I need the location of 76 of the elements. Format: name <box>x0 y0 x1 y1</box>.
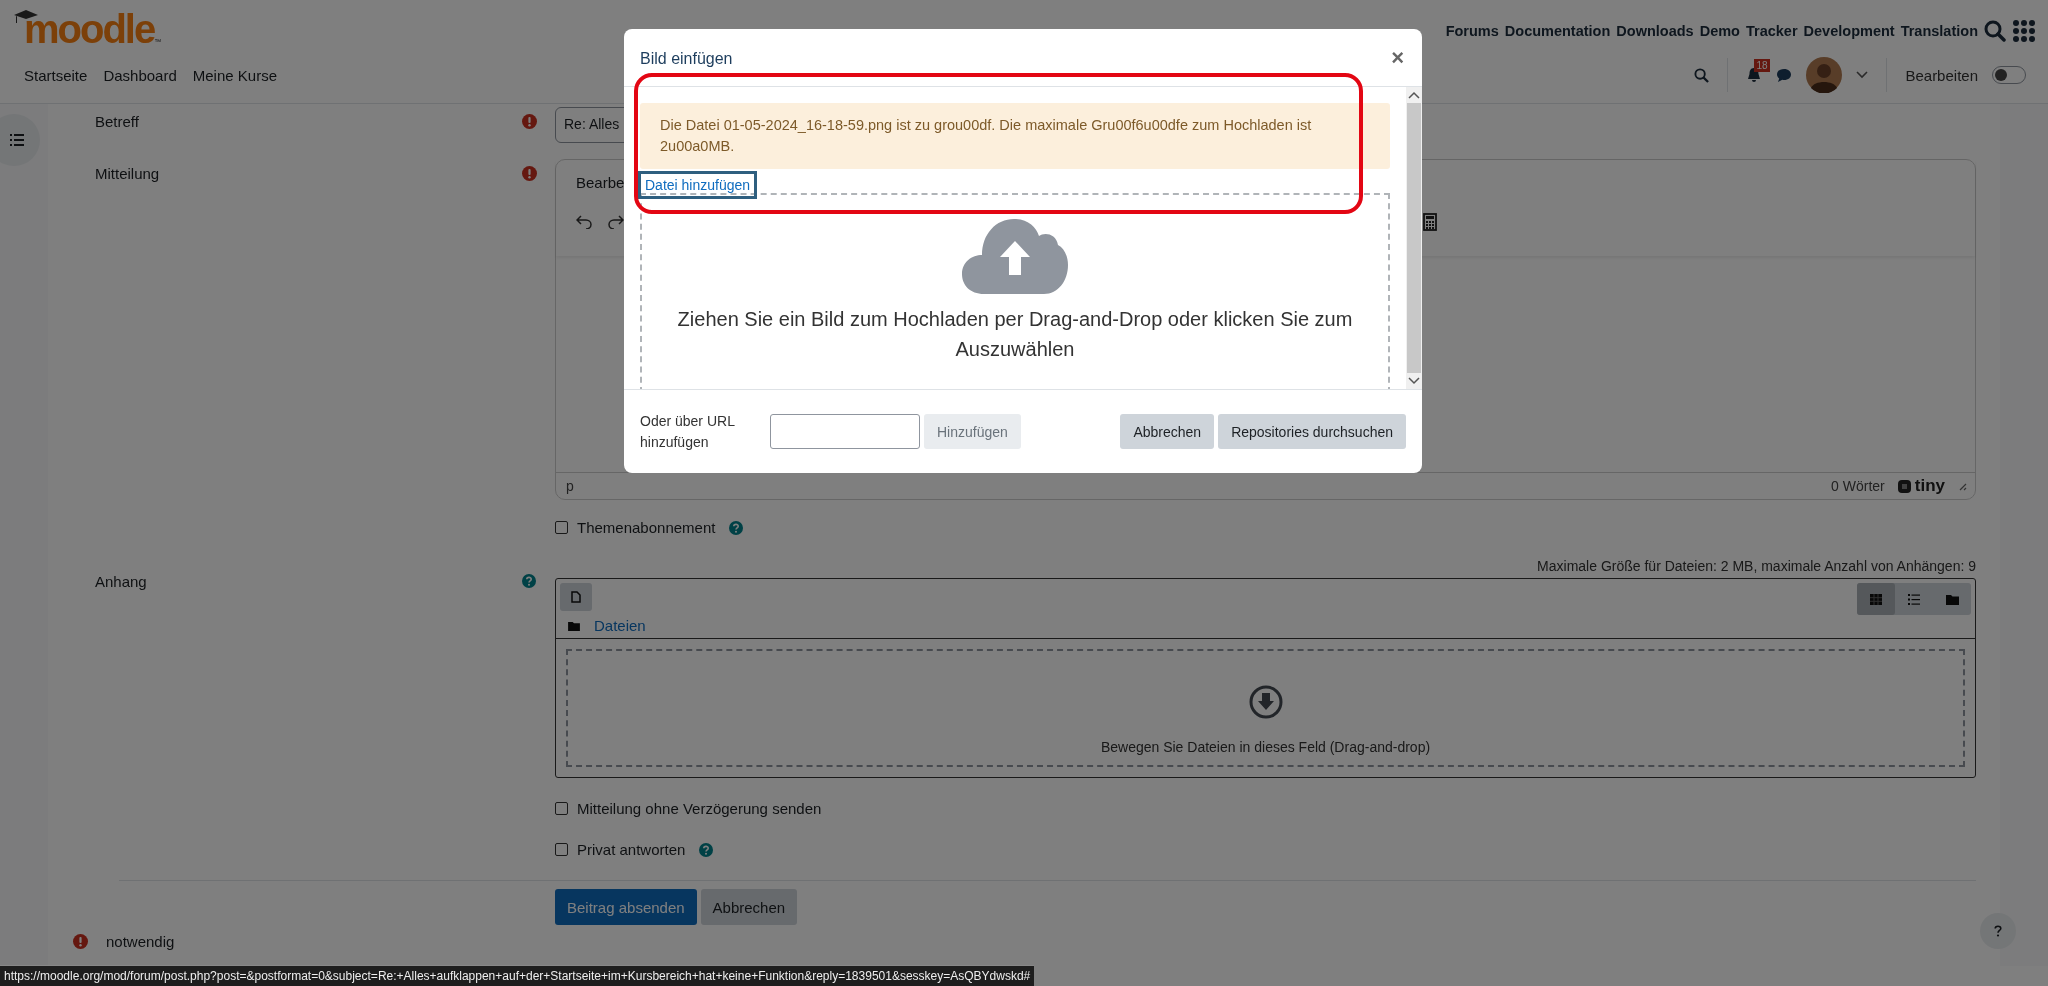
chat-bubble-icon[interactable] <box>1776 67 1793 83</box>
scrollbar-thumb[interactable] <box>1407 103 1421 373</box>
tiny-logo-icon <box>1896 478 1912 494</box>
drop-zone[interactable]: Bewegen Sie Dateien in dieses Feld (Drag-and-drop) <box>566 649 1965 767</box>
nav-link[interactable]: Meine Kurse <box>192 66 277 84</box>
help-icon[interactable] <box>522 574 536 588</box>
editor-menu-item[interactable]: Bearbe <box>576 174 625 191</box>
search-icon[interactable] <box>1694 67 1710 83</box>
search-icon[interactable] <box>1984 20 2006 42</box>
checkbox[interactable] <box>555 843 568 856</box>
upload-limits: Maximale Größe für Dateien: 2 MB, maximale Anzahl von Anhängen: 9 <box>1537 558 1976 574</box>
required-icon <box>73 934 88 949</box>
checkbox-label: Themenabonnement <box>577 519 716 536</box>
checkbox[interactable] <box>555 802 568 815</box>
field-label: Betreff <box>95 112 140 130</box>
image-drop-zone[interactable]: Ziehen Sie ein Bild zum Hochladen per Drag-and-Drop oder klicken Sie zum Auszuwählen <box>640 193 1390 389</box>
nav-link[interactable]: Startseite <box>24 66 88 84</box>
scroll-up-icon[interactable] <box>1408 91 1420 99</box>
word-count: 0 Wörter <box>1831 478 1885 494</box>
scrollbar[interactable] <box>1406 87 1422 389</box>
undo-icon[interactable] <box>576 215 592 229</box>
course-index-button[interactable] <box>0 114 40 166</box>
element-path[interactable]: p <box>566 478 574 494</box>
scroll-down-icon[interactable] <box>1408 377 1420 385</box>
nav-link[interactable]: Tracker <box>1745 23 1798 39</box>
folder-icon <box>1945 593 1959 605</box>
status-url: https://moodle.org/mod/forum/post.php?post=&postformat=0&subject=Re:+Alles+aufklappen+auf+der+Startseite+im+Kursbereich+hat+keine+Funktion&reply=1839501&sesskey=AsQBYdwskd# <box>0 965 1035 986</box>
required-note: notwendig <box>106 933 175 950</box>
field-label: Mitteilung <box>95 164 161 182</box>
browse-button[interactable]: Repositories durchsuchen <box>1218 414 1406 449</box>
nav-link[interactable]: Demo <box>1699 23 1740 39</box>
redo-icon[interactable] <box>608 215 624 229</box>
cancel-button[interactable]: Abbrechen <box>1120 414 1215 449</box>
list-icon <box>10 134 24 146</box>
file-icon <box>571 591 581 603</box>
cancel-button[interactable]: Abbrechen <box>700 889 798 925</box>
view-toggle-button[interactable] <box>1857 583 1895 615</box>
folder-link[interactable]: Dateien <box>594 617 646 634</box>
close-button[interactable]: × <box>1391 44 1404 71</box>
cloud-upload-icon <box>962 219 1068 294</box>
nav-link[interactable]: Dashboard <box>103 66 177 84</box>
checkbox-label: Privat antworten <box>577 841 686 858</box>
drop-hint: Ziehen Sie ein Bild zum Hochladen per Drag-and-Drop oder klicken Sie zum Auszuwählen <box>676 307 1354 362</box>
required-icon <box>522 114 537 129</box>
checkbox-label: Mitteilung ohne Verzögerung senden <box>577 800 822 817</box>
drop-hint: Bewegen Sie Dateien in dieses Feld (Drag-and-drop) <box>1100 739 1431 755</box>
url-label: Oder über URL hinzufügen <box>640 411 736 452</box>
nav-link[interactable]: Translation <box>1900 23 1978 39</box>
error-alert: Die Datei 01-05-2024_16-18-59.png ist zu grou00df. Die maximale Gru00f6u00dfe zum Hochladen ist 2u00a0MB. <box>640 103 1390 169</box>
nav-link[interactable]: Downloads <box>1616 23 1694 39</box>
nav-link[interactable]: Development <box>1803 23 1895 39</box>
checkbox[interactable] <box>555 521 568 534</box>
download-circle-icon <box>1248 685 1283 719</box>
nav-link[interactable]: Forums <box>1445 23 1499 39</box>
folder-icon <box>568 620 580 631</box>
url-field[interactable] <box>770 414 920 449</box>
nav-link[interactable]: Documentation <box>1504 23 1611 39</box>
field-label: Anhang <box>95 572 148 590</box>
add-file-button[interactable] <box>560 583 592 611</box>
help-icon[interactable] <box>699 842 714 857</box>
resize-handle-icon[interactable] <box>1957 481 1967 491</box>
list-icon <box>1908 593 1920 605</box>
brand-name: tiny <box>1914 476 1945 496</box>
required-icon <box>522 166 537 181</box>
edit-mode-toggle[interactable] <box>1992 66 2026 84</box>
grid-icon <box>1870 593 1882 605</box>
avatar[interactable] <box>1806 57 1843 93</box>
submit-button[interactable]: Beitrag absenden <box>555 889 697 925</box>
apps-grid-icon[interactable] <box>2012 19 2036 43</box>
notification-badge: 18 <box>1754 59 1770 72</box>
calculator-icon[interactable] <box>1423 213 1437 231</box>
chevron-down-icon[interactable] <box>1856 71 1869 79</box>
edit-mode-label: Bearbeiten <box>1905 66 1978 84</box>
dialog-title: Bild einfügen <box>640 49 733 68</box>
question-mark-icon <box>1994 925 2002 937</box>
help-icon[interactable] <box>729 520 744 535</box>
